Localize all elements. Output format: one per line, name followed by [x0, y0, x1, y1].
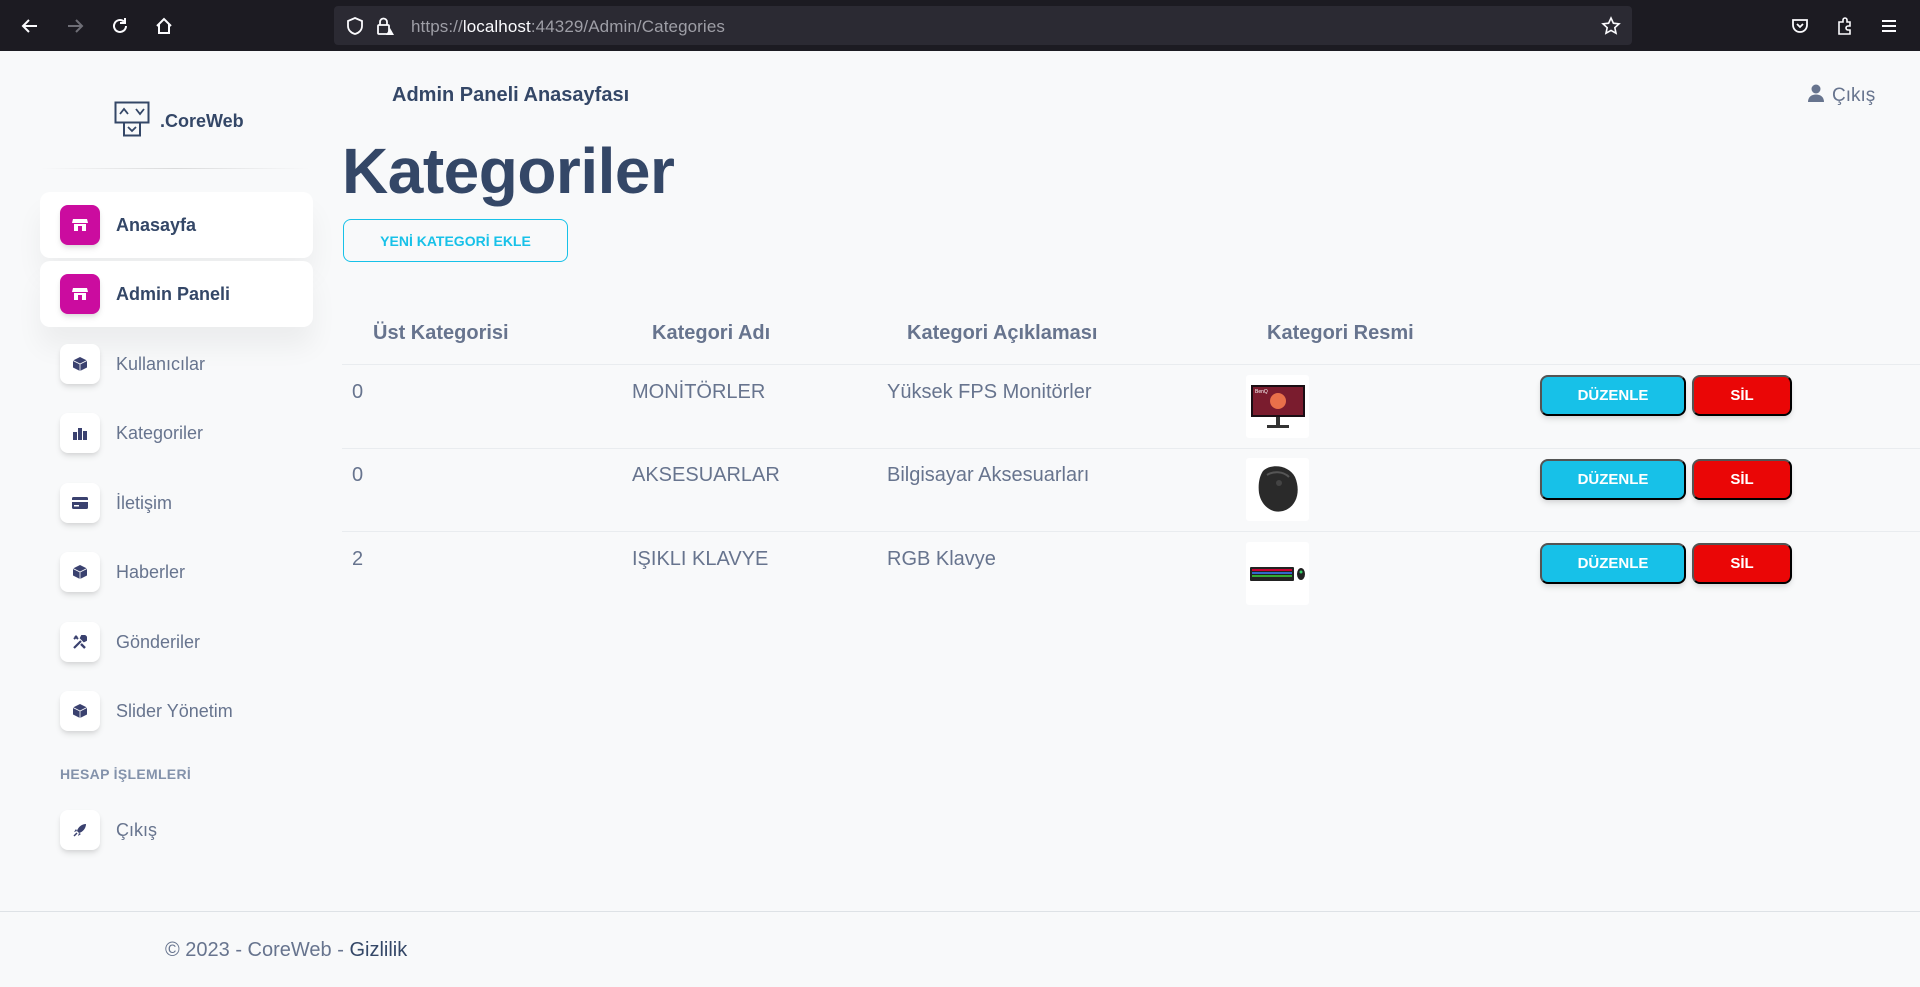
sidebar-item-iletisim[interactable]: İletişim — [40, 470, 313, 536]
shop-icon — [60, 205, 100, 245]
sidebar-item-label: Kullanıcılar — [116, 353, 206, 374]
tools-icon — [60, 622, 100, 662]
sidebar: .CoreWeb Anasayfa Admin Paneli Kullanıcı… — [0, 51, 330, 911]
sidebar-item-admin-paneli[interactable]: Admin Paneli — [40, 261, 313, 327]
svg-text:BenQ: BenQ — [1255, 389, 1268, 395]
logo-icon — [114, 101, 150, 142]
sidebar-item-slider-yonetim[interactable]: Slider Yönetim — [40, 678, 313, 744]
brand-link[interactable]: .CoreWeb — [114, 101, 244, 142]
address-bar[interactable]: https://localhost:44329/Admin/Categories — [334, 6, 1632, 45]
edit-button[interactable]: DÜZENLE — [1540, 375, 1686, 416]
sidebar-item-label: Admin Paneli — [116, 283, 231, 304]
shop-icon — [60, 274, 100, 314]
logout-link[interactable]: Çıkış — [1808, 84, 1875, 108]
box-icon — [60, 552, 100, 592]
rocket-icon — [60, 810, 100, 850]
reload-icon[interactable] — [105, 11, 135, 41]
delete-button[interactable]: SİL — [1692, 459, 1792, 500]
cell-description: RGB Klavye — [887, 548, 996, 570]
column-header: Kategori Adı — [652, 322, 771, 344]
extensions-icon[interactable] — [1830, 11, 1860, 41]
menu-icon[interactable] — [1874, 11, 1904, 41]
delete-button[interactable]: SİL — [1692, 543, 1792, 584]
sidebar-item-label: Gönderiler — [116, 631, 201, 652]
cell-description: Yüksek FPS Monitörler — [887, 381, 1092, 403]
mouse-image — [1246, 458, 1309, 521]
header-title[interactable]: Admin Paneli Anasayfası — [392, 84, 629, 107]
page-title: Kategoriler — [342, 135, 675, 207]
edit-button[interactable]: DÜZENLE — [1540, 543, 1686, 584]
cell-name: AKSESUARLAR — [632, 464, 780, 486]
shield-icon[interactable] — [344, 15, 366, 37]
sidebar-item-label: Kategoriler — [116, 422, 204, 443]
sidebar-item-kategoriler[interactable]: Kategoriler — [40, 400, 313, 466]
user-icon — [1808, 84, 1824, 108]
box-icon — [60, 691, 100, 731]
privacy-link[interactable]: Gizlilik — [349, 939, 407, 961]
column-header: Kategori Açıklaması — [907, 322, 1098, 344]
divider — [40, 168, 310, 169]
footer-divider — [0, 911, 1920, 912]
copyright-text: © 2023 - CoreWeb - — [165, 939, 350, 961]
sidebar-item-label: Anasayfa — [116, 214, 197, 235]
column-header: Üst Kategorisi — [373, 322, 509, 344]
table-divider — [342, 531, 1920, 532]
table-divider — [342, 448, 1920, 449]
keyboard-image — [1246, 542, 1309, 605]
add-category-button[interactable]: YENİ KATEGORİ EKLE — [343, 219, 568, 262]
cell-parent: 0 — [352, 381, 364, 403]
delete-button[interactable]: SİL — [1692, 375, 1792, 416]
footer: © 2023 - CoreWeb - Gizlilik — [165, 939, 407, 962]
back-icon[interactable] — [15, 11, 45, 41]
sidebar-item-label: Çıkış — [116, 819, 158, 840]
cell-description: Bilgisayar Aksesuarları — [887, 464, 1090, 486]
chart-icon — [60, 413, 100, 453]
cell-parent: 2 — [352, 548, 364, 570]
edit-button[interactable]: DÜZENLE — [1540, 459, 1686, 500]
cell-parent: 0 — [352, 464, 364, 486]
sidebar-item-anasayfa[interactable]: Anasayfa — [40, 192, 313, 258]
sidebar-item-label: Slider Yönetim — [116, 700, 233, 721]
cell-name: MONİTÖRLER — [632, 381, 766, 403]
monitor-image: BenQ — [1246, 375, 1309, 438]
logout-label: Çıkış — [1832, 85, 1876, 106]
section-title: HESAP İŞLEMLERİ — [60, 766, 192, 782]
sidebar-item-label: Haberler — [116, 561, 186, 582]
brand-name: .CoreWeb — [160, 111, 244, 131]
column-header: Kategori Resmi — [1267, 322, 1414, 344]
sidebar-item-gonderiler[interactable]: Gönderiler — [40, 609, 313, 675]
credit-card-icon — [60, 483, 100, 523]
url-text: https://localhost:44329/Admin/Categories — [411, 17, 725, 36]
bookmark-star-icon[interactable] — [1600, 15, 1622, 37]
home-icon[interactable] — [149, 11, 179, 41]
sidebar-item-cikis[interactable]: Çıkış — [40, 797, 313, 863]
box-icon — [60, 344, 100, 384]
sidebar-item-kullanicilar[interactable]: Kullanıcılar — [40, 331, 313, 397]
sidebar-item-haberler[interactable]: Haberler — [40, 539, 313, 605]
cell-name: IŞIKLI KLAVYE — [632, 548, 769, 570]
pocket-icon[interactable] — [1785, 11, 1815, 41]
table-divider — [342, 364, 1920, 365]
forward-icon[interactable] — [60, 11, 90, 41]
insecure-lock-icon[interactable] — [374, 15, 396, 37]
browser-toolbar: https://localhost:44329/Admin/Categories — [0, 0, 1920, 51]
sidebar-item-label: İletişim — [116, 492, 173, 513]
